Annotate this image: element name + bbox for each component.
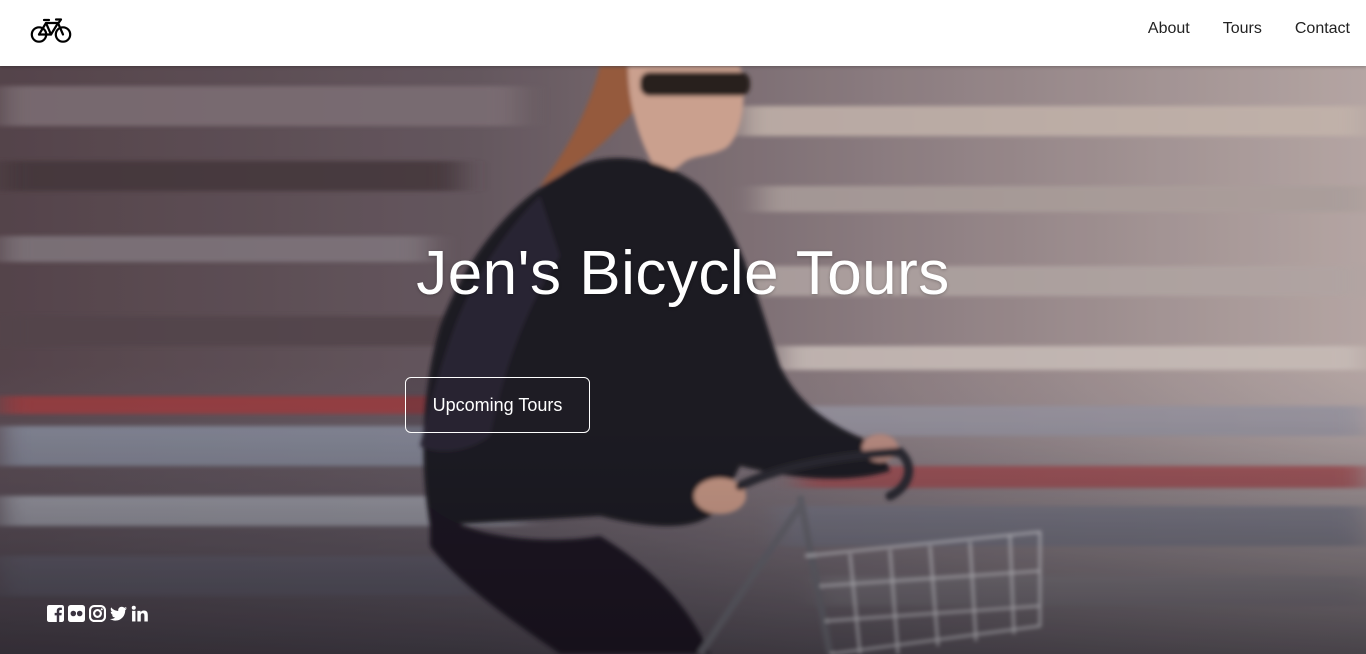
facebook-icon[interactable] (47, 605, 64, 622)
twitter-icon[interactable] (110, 605, 127, 622)
page: About Tours Contact Jen's Bicycle Tours … (0, 0, 1366, 654)
nav-link-tours[interactable]: Tours (1223, 20, 1262, 38)
linkedin-icon[interactable] (131, 605, 148, 622)
site-header: About Tours Contact (0, 0, 1366, 66)
hero-title: Jen's Bicycle Tours (416, 239, 950, 308)
hero-background-photo (0, 66, 1366, 654)
main-nav: About Tours Contact (1115, 0, 1350, 58)
nav-link-about[interactable]: About (1148, 20, 1190, 38)
instagram-icon[interactable] (89, 605, 106, 622)
bicycle-icon[interactable] (30, 18, 72, 44)
hero-section: Jen's Bicycle Tours Upcoming Tours (0, 66, 1366, 654)
social-links (47, 605, 148, 622)
nav-link-contact[interactable]: Contact (1295, 20, 1350, 38)
flickr-icon[interactable] (68, 605, 85, 622)
upcoming-tours-button[interactable]: Upcoming Tours (405, 377, 590, 433)
